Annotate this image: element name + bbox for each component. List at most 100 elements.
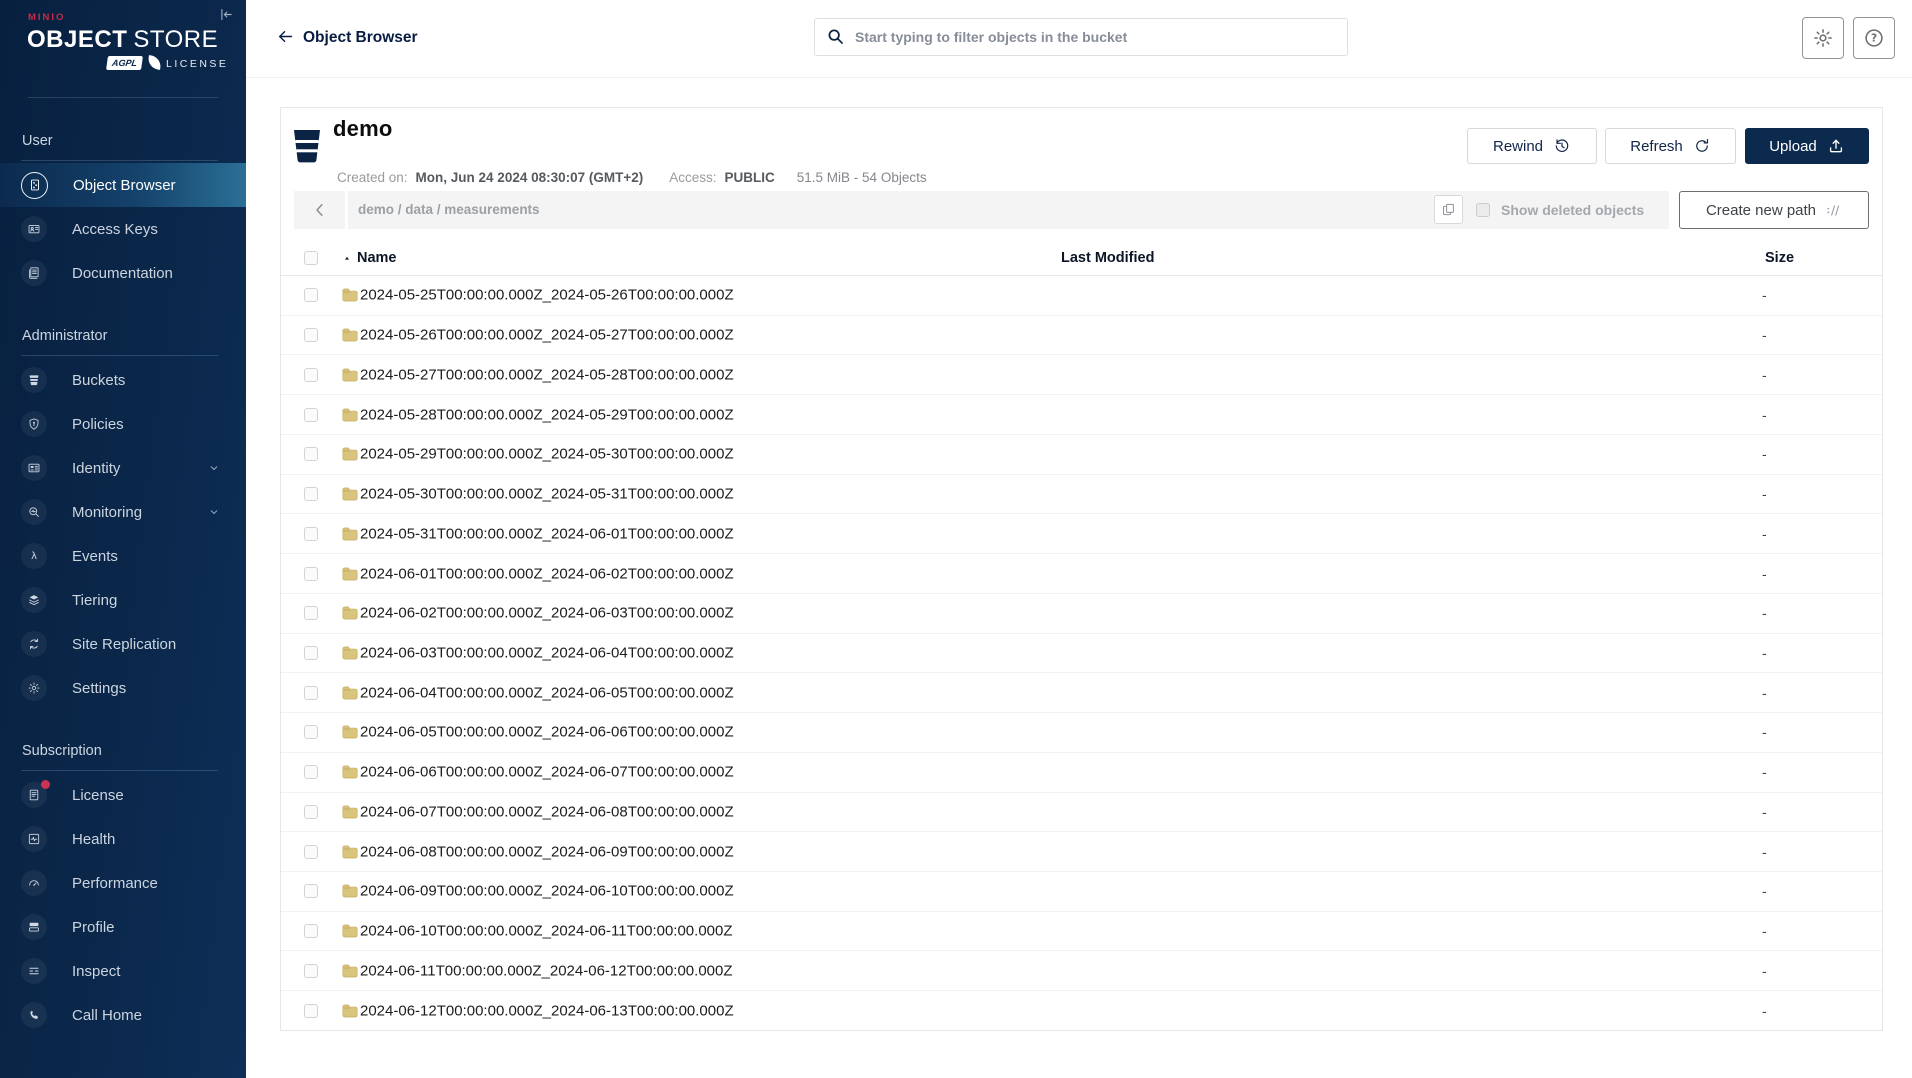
table-row[interactable]: 2024-06-07T00:00:00.000Z_2024-06-08T00:0… [281, 793, 1882, 833]
row-checkbox[interactable] [304, 963, 318, 978]
search-input[interactable] [814, 18, 1348, 56]
row-checkbox[interactable] [304, 328, 318, 343]
object-name[interactable]: 2024-05-30T00:00:00.000Z_2024-05-31T00:0… [360, 486, 734, 503]
row-checkbox[interactable] [304, 725, 318, 740]
sidebar-item-license[interactable]: License [0, 773, 246, 817]
breadcrumb[interactable]: demo / data / measurements [358, 191, 540, 229]
collapse-sidebar-icon[interactable] [218, 6, 235, 23]
sidebar-item-identity[interactable]: Identity [0, 446, 246, 490]
table-row[interactable]: 2024-05-29T00:00:00.000Z_2024-05-30T00:0… [281, 435, 1882, 475]
object-name[interactable]: 2024-06-04T00:00:00.000Z_2024-06-05T00:0… [360, 684, 734, 701]
row-checkbox[interactable] [304, 924, 318, 939]
sidebar-item-events[interactable]: λ Events [0, 534, 246, 578]
sidebar-item-label: Tiering [72, 591, 118, 609]
license-icon [27, 788, 41, 802]
object-name[interactable]: 2024-06-09T00:00:00.000Z_2024-06-10T00:0… [360, 883, 734, 900]
table-header: Name Last Modified Size [281, 241, 1882, 276]
sidebar-section-subscription: Subscription License Health Performance [0, 741, 246, 1037]
table-row[interactable]: 2024-05-28T00:00:00.000Z_2024-05-29T00:0… [281, 395, 1882, 435]
table-row[interactable]: 2024-06-11T00:00:00.000Z_2024-06-12T00:0… [281, 951, 1882, 992]
row-checkbox[interactable] [304, 645, 318, 660]
table-row[interactable]: 2024-05-25T00:00:00.000Z_2024-05-26T00:0… [281, 276, 1882, 316]
object-name[interactable]: 2024-06-01T00:00:00.000Z_2024-06-02T00:0… [360, 565, 734, 582]
row-checkbox[interactable] [304, 606, 318, 621]
row-checkbox[interactable] [304, 804, 318, 819]
row-checkbox[interactable] [304, 1003, 318, 1018]
object-size: - [1762, 684, 1767, 701]
sidebar-item-label: Call Home [72, 1006, 143, 1024]
table-row[interactable]: 2024-06-09T00:00:00.000Z_2024-06-10T00:0… [281, 872, 1882, 912]
refresh-button[interactable]: Refresh [1605, 128, 1736, 164]
minio-logo: MINIO [28, 12, 66, 23]
table-row[interactable]: 2024-05-26T00:00:00.000Z_2024-05-27T00:0… [281, 316, 1882, 356]
sidebar-item-settings[interactable]: Settings [0, 666, 246, 710]
row-checkbox[interactable] [304, 447, 318, 462]
row-checkbox[interactable] [304, 367, 318, 382]
sidebar-item-call-home[interactable]: Call Home [0, 993, 246, 1037]
sidebar-item-policies[interactable]: Policies [0, 402, 246, 446]
table-row[interactable]: 2024-05-27T00:00:00.000Z_2024-05-28T00:0… [281, 355, 1882, 396]
object-name[interactable]: 2024-06-02T00:00:00.000Z_2024-06-03T00:0… [360, 605, 734, 622]
folder-icon [342, 567, 358, 581]
table-row[interactable]: 2024-06-01T00:00:00.000Z_2024-06-02T00:0… [281, 554, 1882, 594]
row-checkbox[interactable] [304, 685, 318, 700]
table-row[interactable]: 2024-06-10T00:00:00.000Z_2024-06-11T00:0… [281, 912, 1882, 952]
table-row[interactable]: 2024-06-12T00:00:00.000Z_2024-06-13T00:0… [281, 991, 1882, 1030]
sidebar-item-inspect[interactable]: Inspect [0, 949, 246, 993]
row-checkbox[interactable] [304, 884, 318, 899]
sort-ascending-icon[interactable] [342, 254, 352, 264]
object-name[interactable]: 2024-06-10T00:00:00.000Z_2024-06-11T00:0… [360, 923, 733, 940]
sidebar-item-performance[interactable]: Performance [0, 861, 246, 905]
breadcrumb-back-button[interactable] [294, 191, 345, 229]
object-name[interactable]: 2024-06-06T00:00:00.000Z_2024-06-07T00:0… [360, 764, 734, 781]
sidebar-item-monitoring[interactable]: Monitoring [0, 490, 246, 534]
sidebar-item-object-browser[interactable]: Object Browser [0, 163, 246, 207]
row-checkbox[interactable] [304, 526, 318, 541]
rewind-button[interactable]: Rewind [1467, 128, 1597, 164]
select-all-checkbox[interactable] [304, 251, 318, 265]
table-row[interactable]: 2024-06-06T00:00:00.000Z_2024-06-07T00:0… [281, 753, 1882, 793]
object-name[interactable]: 2024-05-29T00:00:00.000Z_2024-05-30T00:0… [360, 446, 734, 463]
table-row[interactable]: 2024-06-02T00:00:00.000Z_2024-06-03T00:0… [281, 594, 1882, 634]
sidebar-item-health[interactable]: Health [0, 817, 246, 861]
row-checkbox[interactable] [304, 844, 318, 859]
table-row[interactable]: 2024-06-03T00:00:00.000Z_2024-06-04T00:0… [281, 634, 1882, 674]
table-row[interactable]: 2024-05-31T00:00:00.000Z_2024-06-01T00:0… [281, 514, 1882, 555]
object-name[interactable]: 2024-05-28T00:00:00.000Z_2024-05-29T00:0… [360, 406, 734, 423]
sidebar-item-buckets[interactable]: Buckets [0, 358, 246, 402]
object-name[interactable]: 2024-06-07T00:00:00.000Z_2024-06-08T00:0… [360, 803, 734, 820]
back-arrow-icon[interactable] [276, 27, 295, 46]
object-name[interactable]: 2024-06-11T00:00:00.000Z_2024-06-12T00:0… [360, 962, 733, 979]
upload-button[interactable]: Upload [1745, 128, 1869, 164]
sidebar-item-documentation[interactable]: Documentation [0, 251, 246, 295]
history-icon [1553, 137, 1571, 155]
object-name[interactable]: 2024-06-08T00:00:00.000Z_2024-06-09T00:0… [360, 843, 734, 860]
help-button[interactable]: ? [1853, 17, 1895, 59]
object-name[interactable]: 2024-05-27T00:00:00.000Z_2024-05-28T00:0… [360, 366, 734, 383]
call-home-icon [27, 1008, 41, 1022]
object-name[interactable]: 2024-05-31T00:00:00.000Z_2024-06-01T00:0… [360, 525, 734, 542]
table-row[interactable]: 2024-06-05T00:00:00.000Z_2024-06-06T00:0… [281, 713, 1882, 753]
column-header-name[interactable]: Name [357, 249, 397, 267]
object-name[interactable]: 2024-06-03T00:00:00.000Z_2024-06-04T00:0… [360, 644, 734, 661]
sidebar-item-site-replication[interactable]: Site Replication [0, 622, 246, 666]
copy-path-button[interactable] [1434, 195, 1463, 224]
create-new-path-button[interactable]: Create new path [1679, 191, 1869, 229]
table-row[interactable]: 2024-06-04T00:00:00.000Z_2024-06-05T00:0… [281, 673, 1882, 714]
row-checkbox[interactable] [304, 566, 318, 581]
object-name[interactable]: 2024-05-26T00:00:00.000Z_2024-05-27T00:0… [360, 327, 734, 344]
object-name[interactable]: 2024-06-05T00:00:00.000Z_2024-06-06T00:0… [360, 724, 734, 741]
object-name[interactable]: 2024-06-12T00:00:00.000Z_2024-06-13T00:0… [360, 1002, 734, 1019]
sidebar-item-tiering[interactable]: Tiering [0, 578, 246, 622]
row-checkbox[interactable] [304, 288, 318, 303]
sidebar-item-access-keys[interactable]: Access Keys [0, 207, 246, 251]
row-checkbox[interactable] [304, 407, 318, 422]
show-deleted-checkbox[interactable] [1476, 203, 1490, 217]
sidebar-item-profile[interactable]: Profile [0, 905, 246, 949]
row-checkbox[interactable] [304, 487, 318, 502]
row-checkbox[interactable] [304, 765, 318, 780]
object-name[interactable]: 2024-05-25T00:00:00.000Z_2024-05-26T00:0… [360, 287, 734, 304]
settings-button[interactable] [1802, 17, 1844, 59]
table-row[interactable]: 2024-06-08T00:00:00.000Z_2024-06-09T00:0… [281, 832, 1882, 873]
table-row[interactable]: 2024-05-30T00:00:00.000Z_2024-05-31T00:0… [281, 475, 1882, 515]
